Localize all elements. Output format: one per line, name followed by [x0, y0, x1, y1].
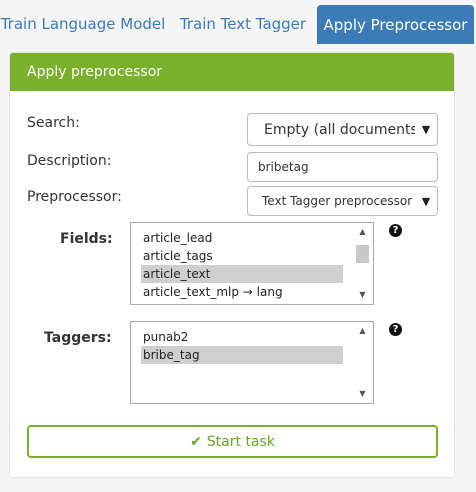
fields-help-icon[interactable]: ?: [389, 224, 402, 237]
search-label: Search:: [27, 115, 80, 131]
taggers-label: Taggers:: [44, 330, 112, 346]
scroll-down-icon[interactable]: ▼: [354, 288, 371, 302]
chevron-down-icon: ▼: [421, 194, 431, 208]
description-label: Description:: [27, 153, 112, 169]
tab-bar: Train Language Model Train Text Tagger A…: [0, 0, 476, 46]
search-select[interactable]: Empty (all documents) ▼: [247, 113, 438, 146]
preprocessor-select[interactable]: Text Tagger preprocessor ▼: [247, 186, 438, 216]
tab-train-language-model[interactable]: Train Language Model: [0, 4, 166, 44]
start-task-label: Start task: [206, 433, 275, 450]
search-select-value: Empty (all documents): [264, 121, 415, 138]
chevron-down-icon: ▼: [421, 123, 431, 136]
fields-scrollbar[interactable]: ▲ ▼: [354, 225, 371, 302]
taggers-listbox[interactable]: punab2 bribe_tag ▲ ▼: [130, 321, 374, 404]
fields-listbox[interactable]: article_lead article_tags article_text arti…: [130, 222, 374, 305]
scroll-up-icon[interactable]: ▲: [354, 324, 371, 338]
panel-title: Apply preprocessor: [10, 53, 454, 91]
tab-apply-preprocessor[interactable]: Apply Preprocessor: [317, 5, 474, 44]
list-item[interactable]: punab2: [141, 328, 343, 346]
list-item[interactable]: article_lead: [141, 229, 343, 247]
preprocessor-select-value: Text Tagger preprocessor: [262, 194, 413, 208]
list-item[interactable]: article_text: [141, 265, 343, 283]
list-item[interactable]: bribe_tag: [141, 346, 343, 364]
taggers-items: punab2 bribe_tag: [141, 328, 343, 364]
taggers-scrollbar[interactable]: ▲ ▼: [354, 324, 371, 401]
preprocessor-label: Preprocessor:: [27, 189, 122, 205]
taggers-help-icon[interactable]: ?: [389, 323, 402, 336]
fields-label: Fields:: [60, 231, 113, 247]
list-item[interactable]: article_text_mlp → lang: [141, 283, 343, 301]
apply-preprocessor-panel: Apply preprocessor Search: Empty (all do…: [9, 52, 455, 478]
tab-train-text-tagger[interactable]: Train Text Tagger: [172, 4, 314, 44]
start-task-button[interactable]: ✔ Start task: [27, 425, 438, 458]
description-input[interactable]: bribetag: [247, 152, 438, 182]
fields-items: article_lead article_tags article_text arti…: [141, 229, 343, 301]
list-item[interactable]: article_tags: [141, 247, 343, 265]
check-icon: ✔: [190, 433, 202, 450]
scroll-up-icon[interactable]: ▲: [354, 225, 371, 239]
description-input-value: bribetag: [258, 160, 309, 174]
scroll-down-icon[interactable]: ▼: [354, 387, 371, 401]
scrollbar-thumb[interactable]: [356, 245, 369, 263]
